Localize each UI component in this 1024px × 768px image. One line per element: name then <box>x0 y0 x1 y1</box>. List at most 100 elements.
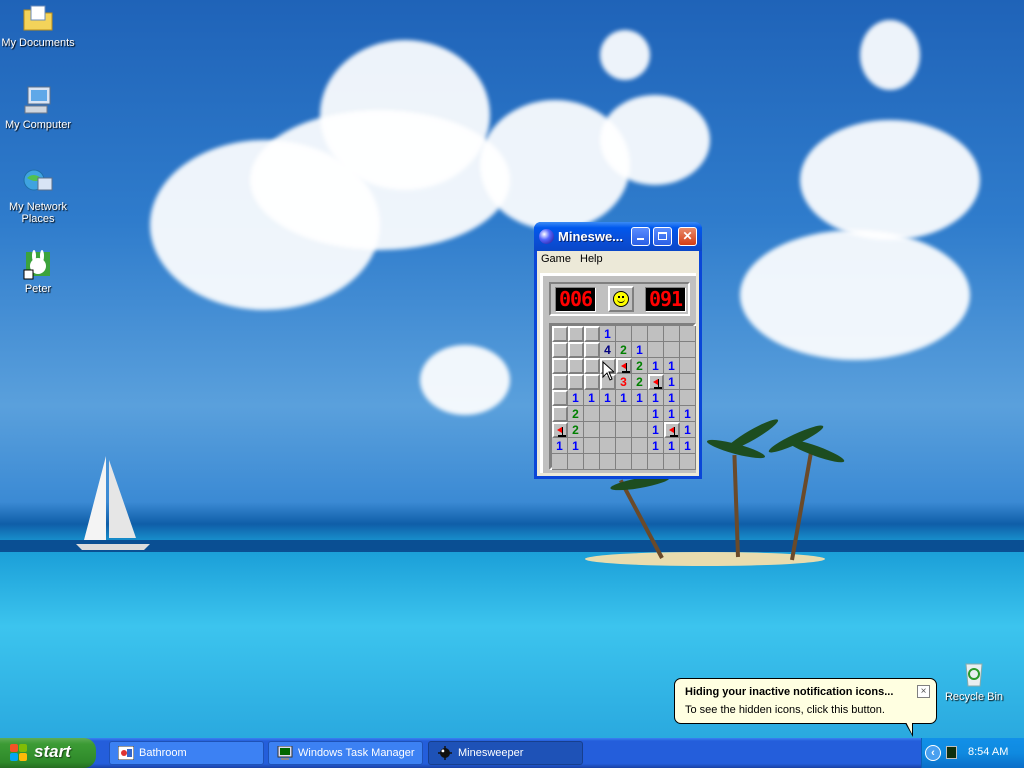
cell-open[interactable]: 1 <box>664 406 680 422</box>
cell-hidden[interactable] <box>552 406 568 422</box>
new-game-button[interactable] <box>608 286 634 312</box>
cell-open[interactable]: 2 <box>632 358 648 374</box>
start-button[interactable]: start <box>0 738 96 768</box>
cell-open[interactable] <box>552 454 568 470</box>
cell-open[interactable]: 2 <box>616 342 632 358</box>
cell-open[interactable] <box>584 422 600 438</box>
cell-open[interactable] <box>632 422 648 438</box>
task-windows-task-manager[interactable]: Windows Task Manager <box>268 741 423 765</box>
cell-hidden[interactable] <box>584 374 600 390</box>
cell-open[interactable]: 1 <box>648 406 664 422</box>
cell-hidden[interactable] <box>552 358 568 374</box>
cell-open[interactable]: 1 <box>648 438 664 454</box>
cell-open[interactable] <box>680 454 696 470</box>
cell-open[interactable]: 1 <box>616 390 632 406</box>
cell-hidden[interactable] <box>568 342 584 358</box>
cell-open[interactable] <box>632 406 648 422</box>
cell-open[interactable]: 1 <box>568 438 584 454</box>
cell-open[interactable] <box>648 454 664 470</box>
desktop-icon-recycle-bin[interactable]: Recycle Bin <box>936 656 1012 703</box>
cell-open[interactable] <box>584 454 600 470</box>
title-bar[interactable]: Mineswe... ✕ <box>534 222 702 251</box>
cell-open[interactable]: 2 <box>568 406 584 422</box>
cell-hidden[interactable] <box>584 358 600 374</box>
desktop-icon-my-computer[interactable]: My Computer <box>0 84 76 131</box>
cell-open[interactable]: 1 <box>680 438 696 454</box>
cell-hidden[interactable] <box>568 374 584 390</box>
cell-hidden[interactable] <box>552 342 568 358</box>
cell-flagged[interactable] <box>616 358 632 374</box>
cell-open[interactable]: 1 <box>648 390 664 406</box>
cell-open[interactable] <box>600 454 616 470</box>
cell-hidden[interactable] <box>584 326 600 342</box>
close-button[interactable]: ✕ <box>678 227 697 246</box>
cell-flagged[interactable] <box>648 374 664 390</box>
cell-open[interactable]: 2 <box>632 374 648 390</box>
cell-open[interactable] <box>584 438 600 454</box>
cell-open[interactable] <box>616 438 632 454</box>
cell-open[interactable] <box>568 454 584 470</box>
cell-hidden[interactable] <box>552 326 568 342</box>
cell-open[interactable] <box>680 390 696 406</box>
show-hidden-icons-button[interactable]: ‹ <box>925 745 941 761</box>
cell-open[interactable] <box>616 454 632 470</box>
cell-open[interactable]: 1 <box>664 358 680 374</box>
notification-balloon[interactable]: Hiding your inactive notification icons.… <box>674 678 937 724</box>
task-manager-tray-icon[interactable] <box>946 746 957 759</box>
cell-open[interactable]: 1 <box>632 342 648 358</box>
cell-open[interactable]: 3 <box>616 374 632 390</box>
cell-open[interactable] <box>664 454 680 470</box>
cell-open[interactable] <box>632 438 648 454</box>
cell-open[interactable] <box>664 326 680 342</box>
cell-flagged[interactable] <box>552 422 568 438</box>
cell-open[interactable]: 1 <box>648 422 664 438</box>
cell-open[interactable] <box>632 326 648 342</box>
cell-open[interactable]: 2 <box>568 422 584 438</box>
cell-open[interactable]: 1 <box>648 358 664 374</box>
cell-hidden[interactable] <box>568 326 584 342</box>
cell-open[interactable]: 1 <box>584 390 600 406</box>
cell-hidden[interactable] <box>584 342 600 358</box>
cell-open[interactable] <box>664 342 680 358</box>
cell-open[interactable] <box>680 326 696 342</box>
cell-hidden[interactable] <box>568 358 584 374</box>
cell-open[interactable] <box>616 406 632 422</box>
cell-open[interactable] <box>616 422 632 438</box>
cell-open[interactable]: 1 <box>632 390 648 406</box>
task-bathroom[interactable]: Bathroom <box>109 741 264 765</box>
cell-open[interactable] <box>648 326 664 342</box>
cell-open[interactable] <box>680 374 696 390</box>
desktop-icon-my-documents[interactable]: My Documents <box>0 2 76 49</box>
cell-open[interactable] <box>680 358 696 374</box>
menu-help[interactable]: Help <box>580 253 603 265</box>
cell-open[interactable] <box>600 438 616 454</box>
cell-hidden[interactable] <box>552 374 568 390</box>
cell-open[interactable]: 1 <box>664 390 680 406</box>
cell-open[interactable]: 1 <box>600 326 616 342</box>
cell-open[interactable] <box>632 454 648 470</box>
maximize-button[interactable] <box>653 227 672 246</box>
cell-open[interactable]: 4 <box>600 342 616 358</box>
desktop-icon-peter[interactable]: Peter <box>0 248 76 295</box>
clock[interactable]: 8:54 AM <box>968 746 1008 758</box>
cell-open[interactable] <box>616 326 632 342</box>
cell-flagged[interactable] <box>664 422 680 438</box>
cell-open[interactable] <box>648 342 664 358</box>
cell-open[interactable] <box>680 342 696 358</box>
cell-open[interactable]: 1 <box>552 438 568 454</box>
cell-open[interactable]: 1 <box>664 374 680 390</box>
menu-game[interactable]: Game <box>541 253 571 265</box>
balloon-close-button[interactable]: × <box>917 685 930 698</box>
cell-open[interactable]: 1 <box>600 390 616 406</box>
task-minesweeper[interactable]: Minesweeper <box>428 741 583 765</box>
cell-hidden[interactable] <box>552 390 568 406</box>
minimize-button[interactable] <box>631 227 650 246</box>
cell-open[interactable]: 1 <box>680 406 696 422</box>
cell-open[interactable] <box>600 406 616 422</box>
cell-open[interactable]: 1 <box>680 422 696 438</box>
cell-open[interactable] <box>584 406 600 422</box>
cell-open[interactable] <box>600 422 616 438</box>
desktop-icon-my-network-places[interactable]: My Network Places <box>0 166 76 225</box>
cell-open[interactable]: 1 <box>664 438 680 454</box>
cell-open[interactable]: 1 <box>568 390 584 406</box>
